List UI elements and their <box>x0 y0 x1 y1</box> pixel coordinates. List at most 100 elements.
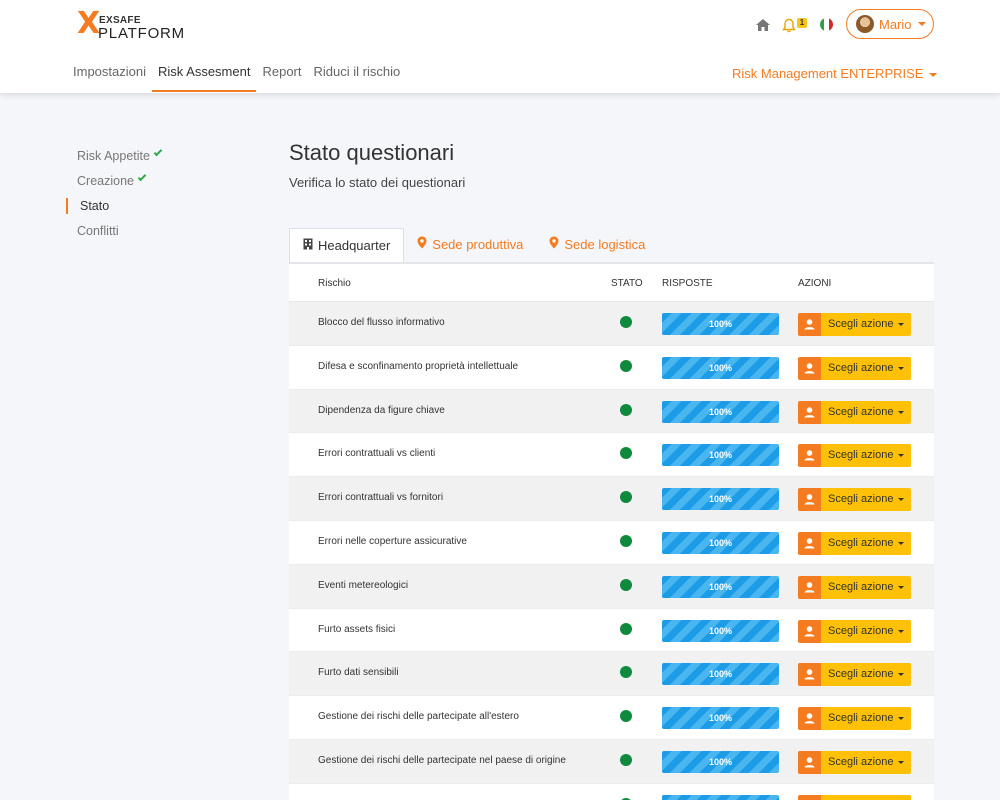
chevron-down-icon <box>898 498 904 502</box>
exsafe-logo[interactable]: X EXSAFE PLATFORM <box>77 6 184 43</box>
choose-action-dropdown[interactable]: Scegli azione <box>798 575 911 599</box>
status-dot <box>620 403 632 416</box>
user-icon <box>798 356 821 380</box>
tab-headquarter[interactable]: Headquarter <box>289 228 405 262</box>
notification-badge: 1 <box>797 18 807 28</box>
tab-label: Sede produttiva <box>432 237 524 252</box>
chevron-down-icon <box>898 454 904 458</box>
risk-name: Dipendenza da figure chiave <box>318 404 445 416</box>
tab-label: Headquarter <box>318 238 391 253</box>
tab-sede-produttiva[interactable]: Sede produttiva <box>404 228 536 262</box>
chevron-down-icon <box>898 760 904 764</box>
table-row: Gestione dei rischi delle partecipate al… <box>289 696 934 740</box>
choose-action-dropdown[interactable]: Scegli azione <box>798 488 911 512</box>
user-name: Mario <box>879 17 912 32</box>
logo-mark: X <box>77 6 101 41</box>
chevron-down-icon <box>898 629 904 633</box>
table-row: Blocco del flusso informativo 100% Scegli … <box>289 302 934 346</box>
user-menu-button[interactable]: Mario <box>846 9 934 39</box>
choose-action-button[interactable]: Scegli azione <box>821 794 911 800</box>
sidebar-item-creazione[interactable]: Creazione <box>66 172 266 198</box>
page-subtitle: Verifica lo stato dei questionari <box>289 175 466 190</box>
choose-action-button[interactable]: Scegli azione <box>821 663 911 687</box>
column-header-risk: Rischio <box>318 278 351 289</box>
choose-action-dropdown[interactable]: Scegli azione <box>798 619 911 643</box>
check-icon <box>137 172 147 182</box>
table-row: Eventi metereologici 100% Scegli azione <box>289 564 934 609</box>
sidebar-item-conflitti[interactable]: Conflitti <box>66 223 266 248</box>
nav-item-impostazioni[interactable]: Impostazioni <box>73 64 146 92</box>
progress-bar: 100% <box>662 444 779 467</box>
top-header: X EXSAFE PLATFORM 1 Mario Impostazioni R… <box>0 0 1000 93</box>
column-header-answers: RISPOSTE <box>662 278 713 289</box>
progress-bar: 100% <box>662 707 779 730</box>
risk-name: Errori contrattuali vs fornitori <box>318 492 444 504</box>
choose-action-dropdown[interactable]: Scegli azione <box>798 313 911 336</box>
choose-action-button[interactable]: Scegli azione <box>821 750 911 774</box>
home-icon[interactable] <box>755 17 771 33</box>
choose-action-button[interactable]: Scegli azione <box>821 575 911 599</box>
progress-bar: 100% <box>662 400 779 423</box>
choose-action-label: Scegli azione <box>828 580 894 593</box>
avatar <box>856 15 874 33</box>
choose-action-dropdown[interactable]: Scegli azione <box>798 531 911 555</box>
chevron-down-icon <box>898 366 904 370</box>
status-dot <box>620 534 632 547</box>
choose-action-dropdown[interactable]: Scegli azione <box>798 356 911 380</box>
nav-item-report[interactable]: Report <box>262 64 301 92</box>
tab-sede-logistica[interactable]: Sede logistica <box>536 228 658 262</box>
notifications-button[interactable]: 1 <box>782 17 808 33</box>
table-row: Errori contrattuali vs fornitori 100% Sceg… <box>289 477 934 521</box>
choose-action-label: Scegli azione <box>828 536 894 549</box>
status-dot <box>620 710 632 723</box>
organization-dropdown[interactable]: Risk Management ENTERPRISE <box>732 66 938 81</box>
choose-action-button[interactable]: Scegli azione <box>821 488 911 512</box>
choose-action-label: Scegli azione <box>828 624 894 637</box>
progress-bar: 100% <box>662 619 779 642</box>
progress-bar: 100% <box>662 663 779 686</box>
chevron-down-icon <box>898 541 904 545</box>
nav-item-risk-assesment[interactable]: Risk Assesment <box>151 64 257 92</box>
choose-action-label: Scegli azione <box>828 449 894 462</box>
status-dot <box>620 666 632 679</box>
chevron-down-icon <box>898 585 904 589</box>
user-icon <box>798 707 821 731</box>
choose-action-dropdown[interactable]: Scegli azione <box>798 400 911 424</box>
user-icon <box>798 400 821 424</box>
italian-flag-icon[interactable] <box>820 18 833 31</box>
questionnaire-table: Rischio STATO RISPOSTE AZIONI Blocco del… <box>289 262 934 800</box>
choose-action-dropdown[interactable]: Scegli azione <box>798 750 911 774</box>
main-nav: Impostazioni Risk Assesment Report Riduc… <box>73 64 412 92</box>
sidebar-item-label: Creazione <box>77 174 134 188</box>
risk-name: Difesa e sconfinamento proprietà intelle… <box>318 360 519 372</box>
chevron-down-icon <box>898 323 904 326</box>
risk-name: Errori nelle coperture assicurative <box>318 535 467 547</box>
choose-action-dropdown[interactable]: Scegli azione <box>798 794 911 800</box>
table-header: Rischio STATO RISPOSTE AZIONI <box>289 264 934 302</box>
bell-icon <box>782 18 796 33</box>
nav-item-riduci-rischio[interactable]: Riduci il rischio <box>314 64 401 92</box>
table-row: Difesa e sconfinamento proprietà intelle… <box>289 345 934 390</box>
user-icon <box>798 531 821 555</box>
choose-action-button[interactable]: Scegli azione <box>821 707 911 731</box>
sidebar-item-risk-appetite[interactable]: Risk Appetite <box>66 147 266 173</box>
progress-bar: 100% <box>662 794 779 800</box>
choose-action-dropdown[interactable]: Scegli azione <box>798 444 911 468</box>
choose-action-button[interactable]: Scegli azione <box>821 619 911 643</box>
choose-action-dropdown[interactable]: Scegli azione <box>798 707 911 731</box>
table-body: Blocco del flusso informativo 100% Scegli … <box>289 302 934 800</box>
choose-action-button[interactable]: Scegli azione <box>821 400 911 424</box>
choose-action-dropdown[interactable]: Scegli azione <box>798 663 911 687</box>
check-icon <box>153 147 163 157</box>
sidebar-item-stato[interactable]: Stato <box>66 198 266 214</box>
status-dot <box>620 359 632 372</box>
choose-action-button[interactable]: Scegli azione <box>821 313 911 336</box>
user-icon <box>798 619 821 643</box>
risk-name: Errori contrattuali vs clienti <box>318 448 436 460</box>
chevron-down-icon <box>929 72 938 77</box>
choose-action-button[interactable]: Scegli azione <box>821 444 911 468</box>
choose-action-button[interactable]: Scegli azione <box>821 531 911 555</box>
status-dot <box>620 753 632 766</box>
choose-action-button[interactable]: Scegli azione <box>821 356 911 380</box>
choose-action-label: Scegli azione <box>828 405 894 418</box>
